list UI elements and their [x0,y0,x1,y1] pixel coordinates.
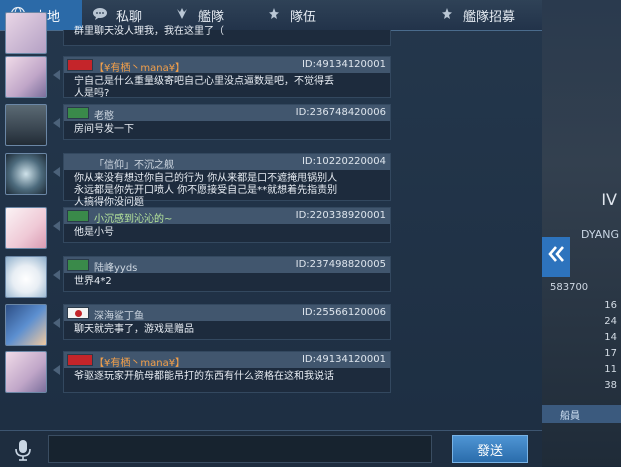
flag-icon [67,307,89,319]
message-text: 爷驱逐玩家开航母都能吊打的东西有什么资格在这和我说话 [74,371,334,382]
recruit-icon [439,6,455,25]
message-bubble: 【¥有栖丶mana¥】 ID:49134120001 爷驱逐玩家开航母都能吊打的… [63,351,391,393]
sender-id: ID:49134120001 [301,59,386,70]
message-bubble: 群里聊天没人理我，我在这里了（ [63,26,391,46]
background-stat: 38 [604,380,617,391]
team-icon [266,6,282,25]
sender-name[interactable]: 【¥有栖丶mana¥】 [94,354,185,369]
flag-icon [67,107,89,119]
avatar[interactable] [5,56,47,98]
message-text: 房间号发一下 [74,124,134,135]
message-bubble: 深海鲨丁鱼 ID:25566120006 聊天就完事了，游戏是赠品 [63,304,391,340]
background-roman-numeral: IV [601,190,617,209]
message-bubble: 「信仰」不沉之舰 ID:10220220004 你从来没有想过你自己的行为 你从… [63,153,391,208]
background-stat: 17 [604,348,617,359]
message-header: 【¥有栖丶mana¥】 ID:49134120001 [64,352,390,369]
message-text: 群里聊天没人理我，我在这里了（ [74,26,224,37]
sender-name[interactable]: 小沉感到沁沁的~ [94,210,172,225]
sender-name[interactable]: 【¥有栖丶mana¥】 [94,59,185,74]
sender-id: ID:220338920001 [295,210,386,221]
tab-fleet-recruit[interactable]: 艦隊招募 [412,0,542,30]
sender-id: ID:25566120006 [301,307,386,318]
sender-id: ID:236748420006 [295,107,386,118]
avatar[interactable] [5,153,47,195]
bubble-pointer [53,318,60,328]
message-header: 【¥有栖丶mana¥】 ID:49134120001 [64,57,390,74]
message-text: 他是小号 [74,227,114,238]
message-bubble: 陆峰yyds ID:237498820005 世界4*2 [63,256,391,292]
message-text: 聊天就完事了，游戏是赠品 [74,324,194,335]
tab-label: 隊伍 [290,9,317,25]
background-stat: 11 [604,364,617,375]
background-number: 583700 [550,282,589,293]
chat-input[interactable] [48,435,432,463]
message-header: 老憨 ID:236748420006 [64,105,390,122]
bubble-pointer [53,221,60,231]
message-bubble: 老憨 ID:236748420006 房间号发一下 [63,104,391,140]
background-stat: 16 [604,300,617,311]
send-button[interactable]: 發送 [452,435,528,463]
avatar[interactable] [5,351,47,393]
tab-label: 艦隊招募 [462,9,515,25]
background-label: DYANG [580,228,619,241]
background-stat: 14 [604,332,617,343]
tab-label: 艦隊 [198,9,225,25]
chat-input-bar: 發送 [0,430,542,467]
flag-icon [67,259,89,271]
background-bar-label: 船員 [560,411,580,422]
bubble-pointer [53,365,60,375]
avatar[interactable] [5,256,47,298]
message-header: 深海鲨丁鱼 ID:25566120006 [64,305,390,322]
flag-icon [67,59,93,71]
bubble-pointer [53,167,60,177]
message-bubble: 小沉感到沁沁的~ ID:220338920001 他是小号 [63,207,391,243]
chat-bubble-icon [92,7,108,24]
bubble-pointer [53,70,60,80]
avatar[interactable] [5,104,47,146]
bubble-pointer [53,270,60,280]
fleet-icon [174,6,190,25]
message-text: 宁自己是什么重量级寄吧自己心里没点逼数是吧，不觉得丢 人是吗? [74,76,334,99]
message-header: 陆峰yyds ID:237498820005 [64,257,390,274]
flag-icon [67,354,93,366]
flag-icon [67,210,89,222]
avatar[interactable] [5,207,47,249]
message-header: 小沉感到沁沁的~ ID:220338920001 [64,208,390,225]
tab-label: 私聊 [116,9,143,25]
background-bar: 船員 [542,405,621,423]
sender-name[interactable]: 陆峰yyds [94,259,137,274]
avatar[interactable] [5,304,47,346]
chevron-double-left-icon [545,243,567,271]
message-header: 「信仰」不沉之舰 ID:10220220004 [64,154,390,171]
bubble-pointer [53,118,60,128]
message-text: 世界4*2 [74,276,112,287]
message-bubble: 【¥有栖丶mana¥】 ID:49134120001 宁自己是什么重量级寄吧自己… [63,56,391,99]
collapse-panel-button[interactable] [542,237,570,277]
sender-id: ID:10220220004 [301,156,386,167]
background-game-panel: IV DYANG 583700 16 24 14 17 11 38 船員 [542,0,621,466]
avatar[interactable] [5,12,47,54]
sender-name[interactable]: 深海鲨丁鱼 [94,307,144,322]
background-stat: 24 [604,316,617,327]
sender-name[interactable]: 老憨 [94,107,114,122]
sender-id: ID:237498820005 [295,259,386,270]
chat-panel: 本地 私聊 艦隊 隊伍 艦隊招募 群里聊天没人理我，我在这里了（ 【¥有栖丶ma… [0,0,542,467]
sender-id: ID:49134120001 [301,354,386,365]
microphone-icon[interactable] [10,437,36,463]
sender-name[interactable]: 「信仰」不沉之舰 [94,156,174,171]
